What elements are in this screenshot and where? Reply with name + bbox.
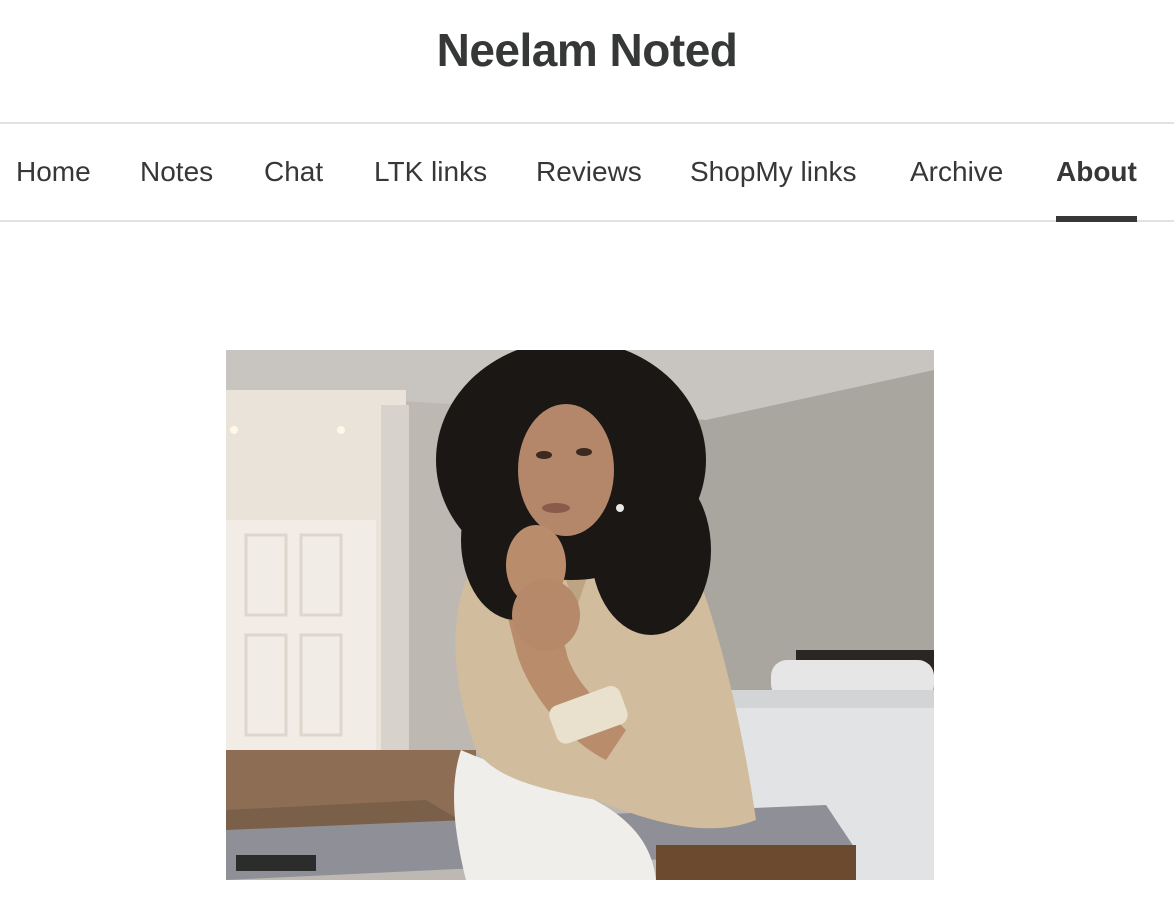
nav-item-archive[interactable]: Archive [910, 124, 1003, 220]
nav-item-about[interactable]: About [1056, 124, 1137, 222]
active-tab-indicator [1056, 216, 1137, 222]
nav-item-chat[interactable]: Chat [264, 124, 323, 220]
nav-item-about-label: About [1056, 156, 1137, 187]
nav-item-shopmy-links[interactable]: ShopMy links [690, 124, 857, 220]
nav-item-reviews[interactable]: Reviews [536, 124, 642, 220]
site-title[interactable]: Neelam Noted [437, 23, 738, 77]
profile-photo [226, 350, 934, 880]
main-nav: Home Notes Chat LTK links Reviews ShopMy… [0, 124, 1174, 222]
site-header: Neelam Noted [0, 0, 1174, 124]
nav-item-ltk-links[interactable]: LTK links [374, 124, 487, 220]
nav-item-home[interactable]: Home [16, 124, 91, 220]
nav-item-notes[interactable]: Notes [140, 124, 213, 220]
